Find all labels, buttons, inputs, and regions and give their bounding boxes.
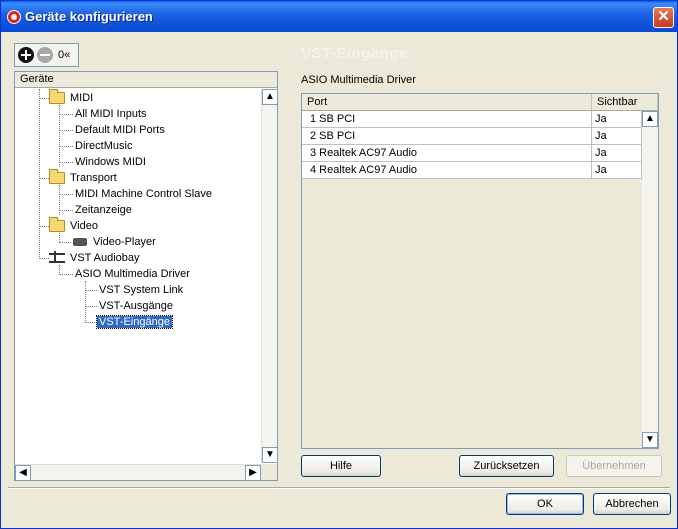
reset-device-button[interactable]: 0«: [58, 47, 76, 63]
visible-cell[interactable]: Ja: [592, 111, 642, 128]
tree-node-zeitanzeige[interactable]: Zeitanzeige: [73, 202, 134, 218]
tree-node-vst-eingaenge[interactable]: VST-Eingänge: [96, 314, 173, 330]
tree-node-vst-audiobay[interactable]: VST Audiobay: [49, 250, 142, 266]
table-row[interactable]: 2 SB PCI Ja: [302, 128, 642, 145]
tree-node-video-player[interactable]: Video-Player: [73, 234, 158, 250]
scroll-corner: [261, 464, 277, 480]
tree-body: MIDI All MIDI Inputs Default MIDI Ports …: [15, 89, 277, 463]
port-cell: 2 SB PCI: [302, 128, 592, 145]
reset-button[interactable]: Zurücksetzen: [459, 455, 554, 477]
scroll-down-icon[interactable]: ▼: [642, 432, 658, 448]
visible-cell[interactable]: Ja: [592, 128, 642, 145]
visible-cell[interactable]: Ja: [592, 162, 642, 179]
port-cell: 3 Realtek AC97 Audio: [302, 145, 592, 162]
port-cell: 1 SB PCI: [302, 111, 592, 128]
tree-node-all-midi-inputs[interactable]: All MIDI Inputs: [73, 106, 149, 122]
apply-button[interactable]: Übernehmen: [566, 455, 662, 477]
folder-icon: [49, 169, 65, 184]
table-row[interactable]: 4 Realtek AC97 Audio Ja: [302, 162, 642, 179]
window-title: Geräte konfigurieren: [25, 9, 153, 24]
tree-node-transport[interactable]: Transport: [49, 169, 119, 186]
tree-node-vst-system-link[interactable]: VST System Link: [97, 282, 185, 298]
add-device-icon[interactable]: [18, 47, 34, 63]
close-button[interactable]: ✕: [653, 7, 674, 28]
table-vertical-scrollbar[interactable]: ▲ ▼: [642, 111, 658, 448]
tree-node-midi[interactable]: MIDI: [49, 89, 95, 106]
folder-icon: [49, 89, 65, 104]
configure-devices-window: Geräte konfigurieren ✕ 0« VST-Eingänge G…: [0, 0, 678, 529]
tree-node-asio-multimedia-driver[interactable]: ASIO Multimedia Driver: [73, 266, 192, 282]
visible-cell[interactable]: Ja: [592, 145, 642, 162]
video-icon: [73, 238, 87, 246]
scroll-up-icon[interactable]: ▲: [642, 111, 658, 127]
tree-node-default-midi-ports[interactable]: Default MIDI Ports: [73, 122, 167, 138]
table-row[interactable]: 1 SB PCI Ja: [302, 111, 642, 128]
tree-node-video[interactable]: Video: [49, 217, 100, 234]
scroll-down-icon[interactable]: ▼: [262, 447, 278, 463]
device-toolbar: 0«: [14, 43, 79, 67]
tree-node-windows-midi[interactable]: Windows MIDI: [73, 154, 148, 170]
port-cell: 4 Realtek AC97 Audio: [302, 162, 592, 179]
tree-header[interactable]: Geräte: [15, 72, 277, 88]
audio-device-icon: [49, 251, 65, 263]
tree-node-vst-ausgaenge[interactable]: VST-Ausgänge: [97, 298, 175, 314]
column-header-sichtbar[interactable]: Sichtbar: [592, 94, 658, 111]
table-row[interactable]: 3 Realtek AC97 Audio Ja: [302, 145, 642, 162]
title-bar[interactable]: Geräte konfigurieren ✕: [1, 1, 677, 32]
section-title: VST-Eingänge: [301, 45, 408, 62]
tree-vertical-scrollbar[interactable]: ▲ ▼: [261, 89, 278, 463]
tree-node-midi-machine-control-slave[interactable]: MIDI Machine Control Slave: [73, 186, 214, 202]
column-header-port[interactable]: Port: [302, 94, 592, 111]
device-tree: Geräte MIDI All MIDI Inputs Default MIDI…: [14, 71, 278, 481]
ok-button[interactable]: OK: [506, 493, 584, 515]
divider: [8, 487, 670, 489]
scroll-left-icon[interactable]: ◀: [15, 465, 31, 481]
scroll-right-icon[interactable]: ▶: [245, 465, 261, 481]
help-button[interactable]: Hilfe: [301, 455, 381, 477]
tree-horizontal-scrollbar[interactable]: ◀ ▶: [15, 464, 277, 481]
folder-icon: [49, 217, 65, 232]
remove-device-icon[interactable]: [37, 47, 53, 63]
ports-table: Port Sichtbar 1 SB PCI Ja 2 SB PCI Ja 3 …: [301, 93, 659, 449]
tree-node-directmusic[interactable]: DirectMusic: [73, 138, 134, 154]
scroll-up-icon[interactable]: ▲: [262, 89, 278, 105]
app-logo-icon: [7, 10, 21, 24]
driver-label: ASIO Multimedia Driver: [301, 74, 416, 86]
cancel-button[interactable]: Abbrechen: [593, 493, 671, 515]
